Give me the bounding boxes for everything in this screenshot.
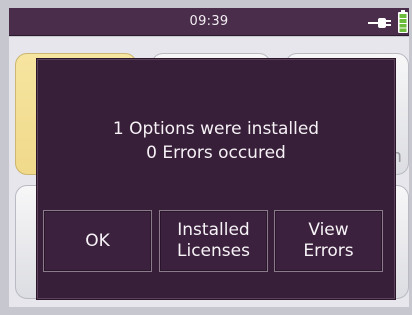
view-errors-label-line2: Errors — [303, 241, 354, 261]
installed-licenses-button[interactable]: Installed Licenses — [159, 210, 268, 272]
ok-button[interactable]: OK — [43, 210, 152, 272]
device-screen: 09:39 n 1 Options were installed 0 Error… — [0, 0, 412, 315]
plug-icon — [368, 18, 391, 28]
battery-icon — [398, 10, 408, 33]
status-bar: 09:39 — [9, 8, 409, 36]
ok-button-label: OK — [85, 230, 110, 251]
installed-licenses-label-line2: Licenses — [177, 241, 250, 261]
view-errors-label-line1: View — [308, 220, 349, 240]
options-installed-message: 1 Options were installed — [112, 119, 320, 139]
view-errors-button[interactable]: View Errors — [274, 210, 383, 272]
installed-licenses-label-line1: Installed — [177, 220, 250, 240]
status-time: 09:39 — [189, 14, 229, 29]
errors-occurred-message: 0 Errors occured — [146, 143, 286, 163]
install-result-dialog: 1 Options were installed 0 Errors occure… — [36, 58, 396, 300]
